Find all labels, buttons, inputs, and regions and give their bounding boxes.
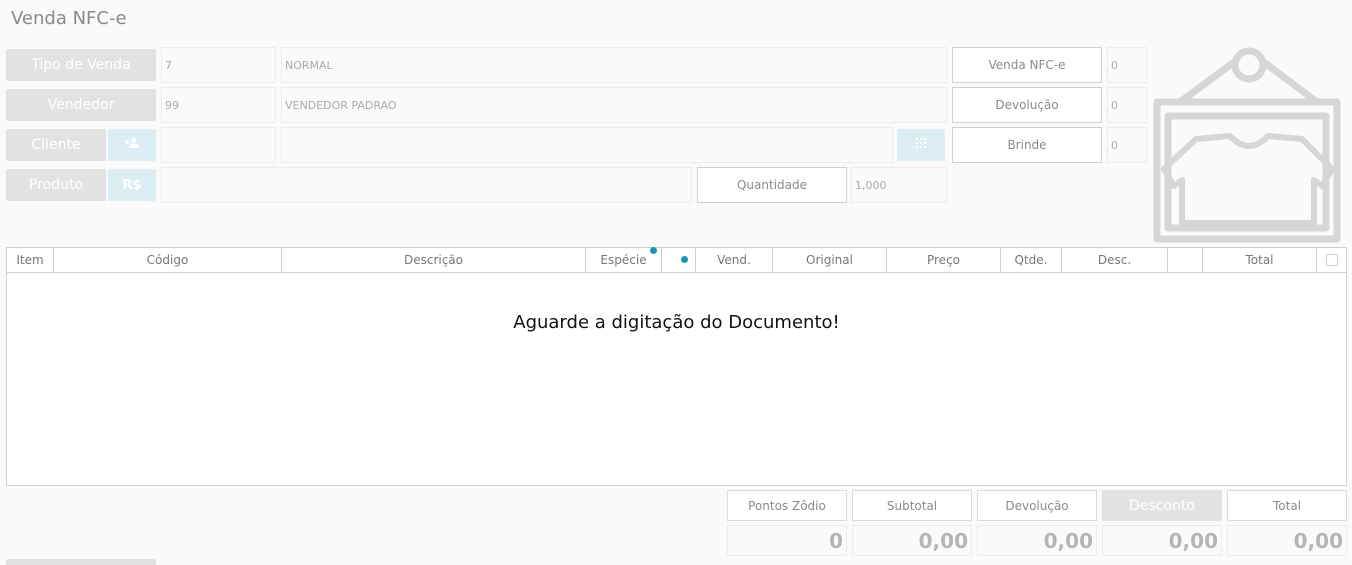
desconto-value: 0,00 <box>1102 525 1222 556</box>
add-person-icon <box>124 137 140 153</box>
vendedor-button[interactable]: Vendedor <box>6 89 156 121</box>
venda-nfce-counter-button[interactable]: Venda NFC-e <box>952 47 1102 83</box>
empty-grid-message: Aguarde a digitação do Documento! <box>513 312 840 333</box>
col-desc[interactable]: Desc. <box>1062 248 1168 272</box>
tipo-venda-button[interactable]: Tipo de Venda <box>6 49 156 81</box>
subtotal-value: 0,00 <box>852 525 972 556</box>
col-item[interactable]: Item <box>7 248 54 272</box>
keypad-button[interactable] <box>897 129 945 161</box>
brinde-counter-value: 0 <box>1107 127 1147 163</box>
produto-button[interactable]: Produto <box>6 169 106 201</box>
tipo-venda-desc-field[interactable]: NORMAL <box>281 47 947 83</box>
devolucao-counter-button[interactable]: Devolução <box>952 87 1102 123</box>
col-codigo[interactable]: Código <box>54 248 282 272</box>
col-blank[interactable] <box>1168 248 1203 272</box>
col-original[interactable]: Original <box>773 248 887 272</box>
cliente-code-field[interactable] <box>161 127 276 163</box>
items-grid[interactable]: Item Código Descrição Espécie Vend. Orig… <box>6 247 1347 486</box>
keypad-icon <box>915 137 927 153</box>
vendedor-desc-field[interactable]: VENDEDOR PADRAO <box>281 87 947 123</box>
total-label: Total <box>1227 490 1347 521</box>
brinde-counter-button[interactable]: Brinde <box>952 127 1102 163</box>
window-title: Venda NFC-e <box>11 8 127 29</box>
pontos-zodio-value: 0 <box>727 525 847 556</box>
col-vend[interactable]: Vend. <box>696 248 773 272</box>
devolucao-total-value: 0,00 <box>977 525 1097 556</box>
devolucao-total-label: Devolução <box>977 490 1097 521</box>
vendedor-code-field[interactable]: 99 <box>161 87 276 123</box>
bottom-action-button[interactable] <box>6 559 156 565</box>
tshirt-tag-icon <box>1153 47 1341 243</box>
col-indicator[interactable] <box>662 248 696 272</box>
col-qtde[interactable]: Qtde. <box>1001 248 1062 272</box>
price-icon: R$ <box>122 177 142 193</box>
subtotal-label: Subtotal <box>852 490 972 521</box>
cliente-desc-field[interactable] <box>281 127 893 163</box>
venda-nfce-counter-value: 0 <box>1107 47 1147 83</box>
status-dot-icon <box>681 256 688 263</box>
quantidade-field[interactable]: 1,000 <box>851 167 947 203</box>
price-lookup-button[interactable]: R$ <box>108 169 156 201</box>
col-preco[interactable]: Preço <box>887 248 1001 272</box>
select-all-checkbox[interactable] <box>1325 254 1338 266</box>
quantidade-button[interactable]: Quantidade <box>697 167 847 203</box>
cliente-button[interactable]: Cliente <box>6 129 106 161</box>
produto-field[interactable] <box>161 167 692 203</box>
devolucao-counter-value: 0 <box>1107 87 1147 123</box>
add-client-button[interactable] <box>108 129 156 161</box>
col-select-all[interactable] <box>1317 248 1346 272</box>
tipo-venda-code-field[interactable]: 7 <box>161 47 276 83</box>
desconto-button[interactable]: Desconto <box>1102 490 1222 521</box>
sort-indicator-dot-icon <box>650 247 657 254</box>
grid-header: Item Código Descrição Espécie Vend. Orig… <box>7 248 1346 273</box>
total-value: 0,00 <box>1227 525 1347 556</box>
col-descricao[interactable]: Descrição <box>282 248 586 272</box>
product-image <box>1152 45 1342 243</box>
pontos-zodio-label: Pontos Zôdio <box>727 490 847 521</box>
col-total[interactable]: Total <box>1203 248 1317 272</box>
